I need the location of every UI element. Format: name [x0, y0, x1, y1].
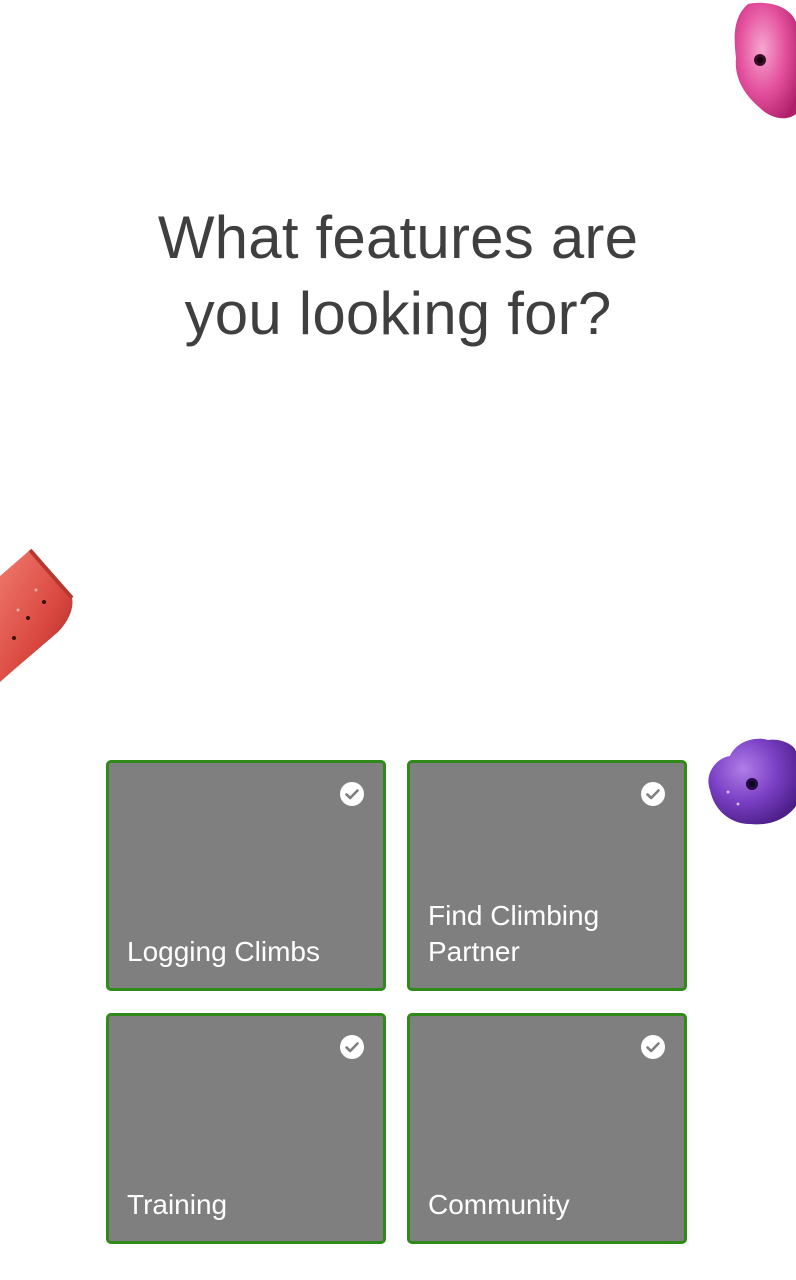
feature-card-training[interactable]: Training [106, 1013, 386, 1244]
check-circle-icon [340, 1035, 364, 1059]
feature-card-label: Logging Climbs [127, 936, 320, 967]
feature-card-find-climbing-partner[interactable]: Find Climbing Partner [407, 760, 687, 991]
feature-card-community[interactable]: Community [407, 1013, 687, 1244]
feature-selection-screen: What features are you looking for? Loggi… [0, 0, 796, 1280]
page-title-line-2: you looking for? [184, 280, 612, 347]
page-title: What features are you looking for? [0, 200, 796, 352]
feature-card-label: Training [127, 1189, 228, 1220]
climbing-hold-red-image [0, 546, 76, 686]
check-circle-icon [641, 782, 665, 806]
climbing-hold-pink-image [728, 0, 796, 122]
check-circle-icon [641, 1035, 665, 1059]
feature-card-label: Find Climbing Partner [428, 900, 600, 967]
feature-card-label: Community [428, 1189, 570, 1220]
check-circle-icon [340, 782, 364, 806]
climbing-hold-purple-image [702, 734, 796, 826]
feature-card-logging-climbs[interactable]: Logging Climbs [106, 760, 386, 991]
page-title-line-1: What features are [157, 204, 639, 271]
feature-options-grid: Logging Climbs Find Climbing Partner Tra… [106, 760, 691, 1249]
